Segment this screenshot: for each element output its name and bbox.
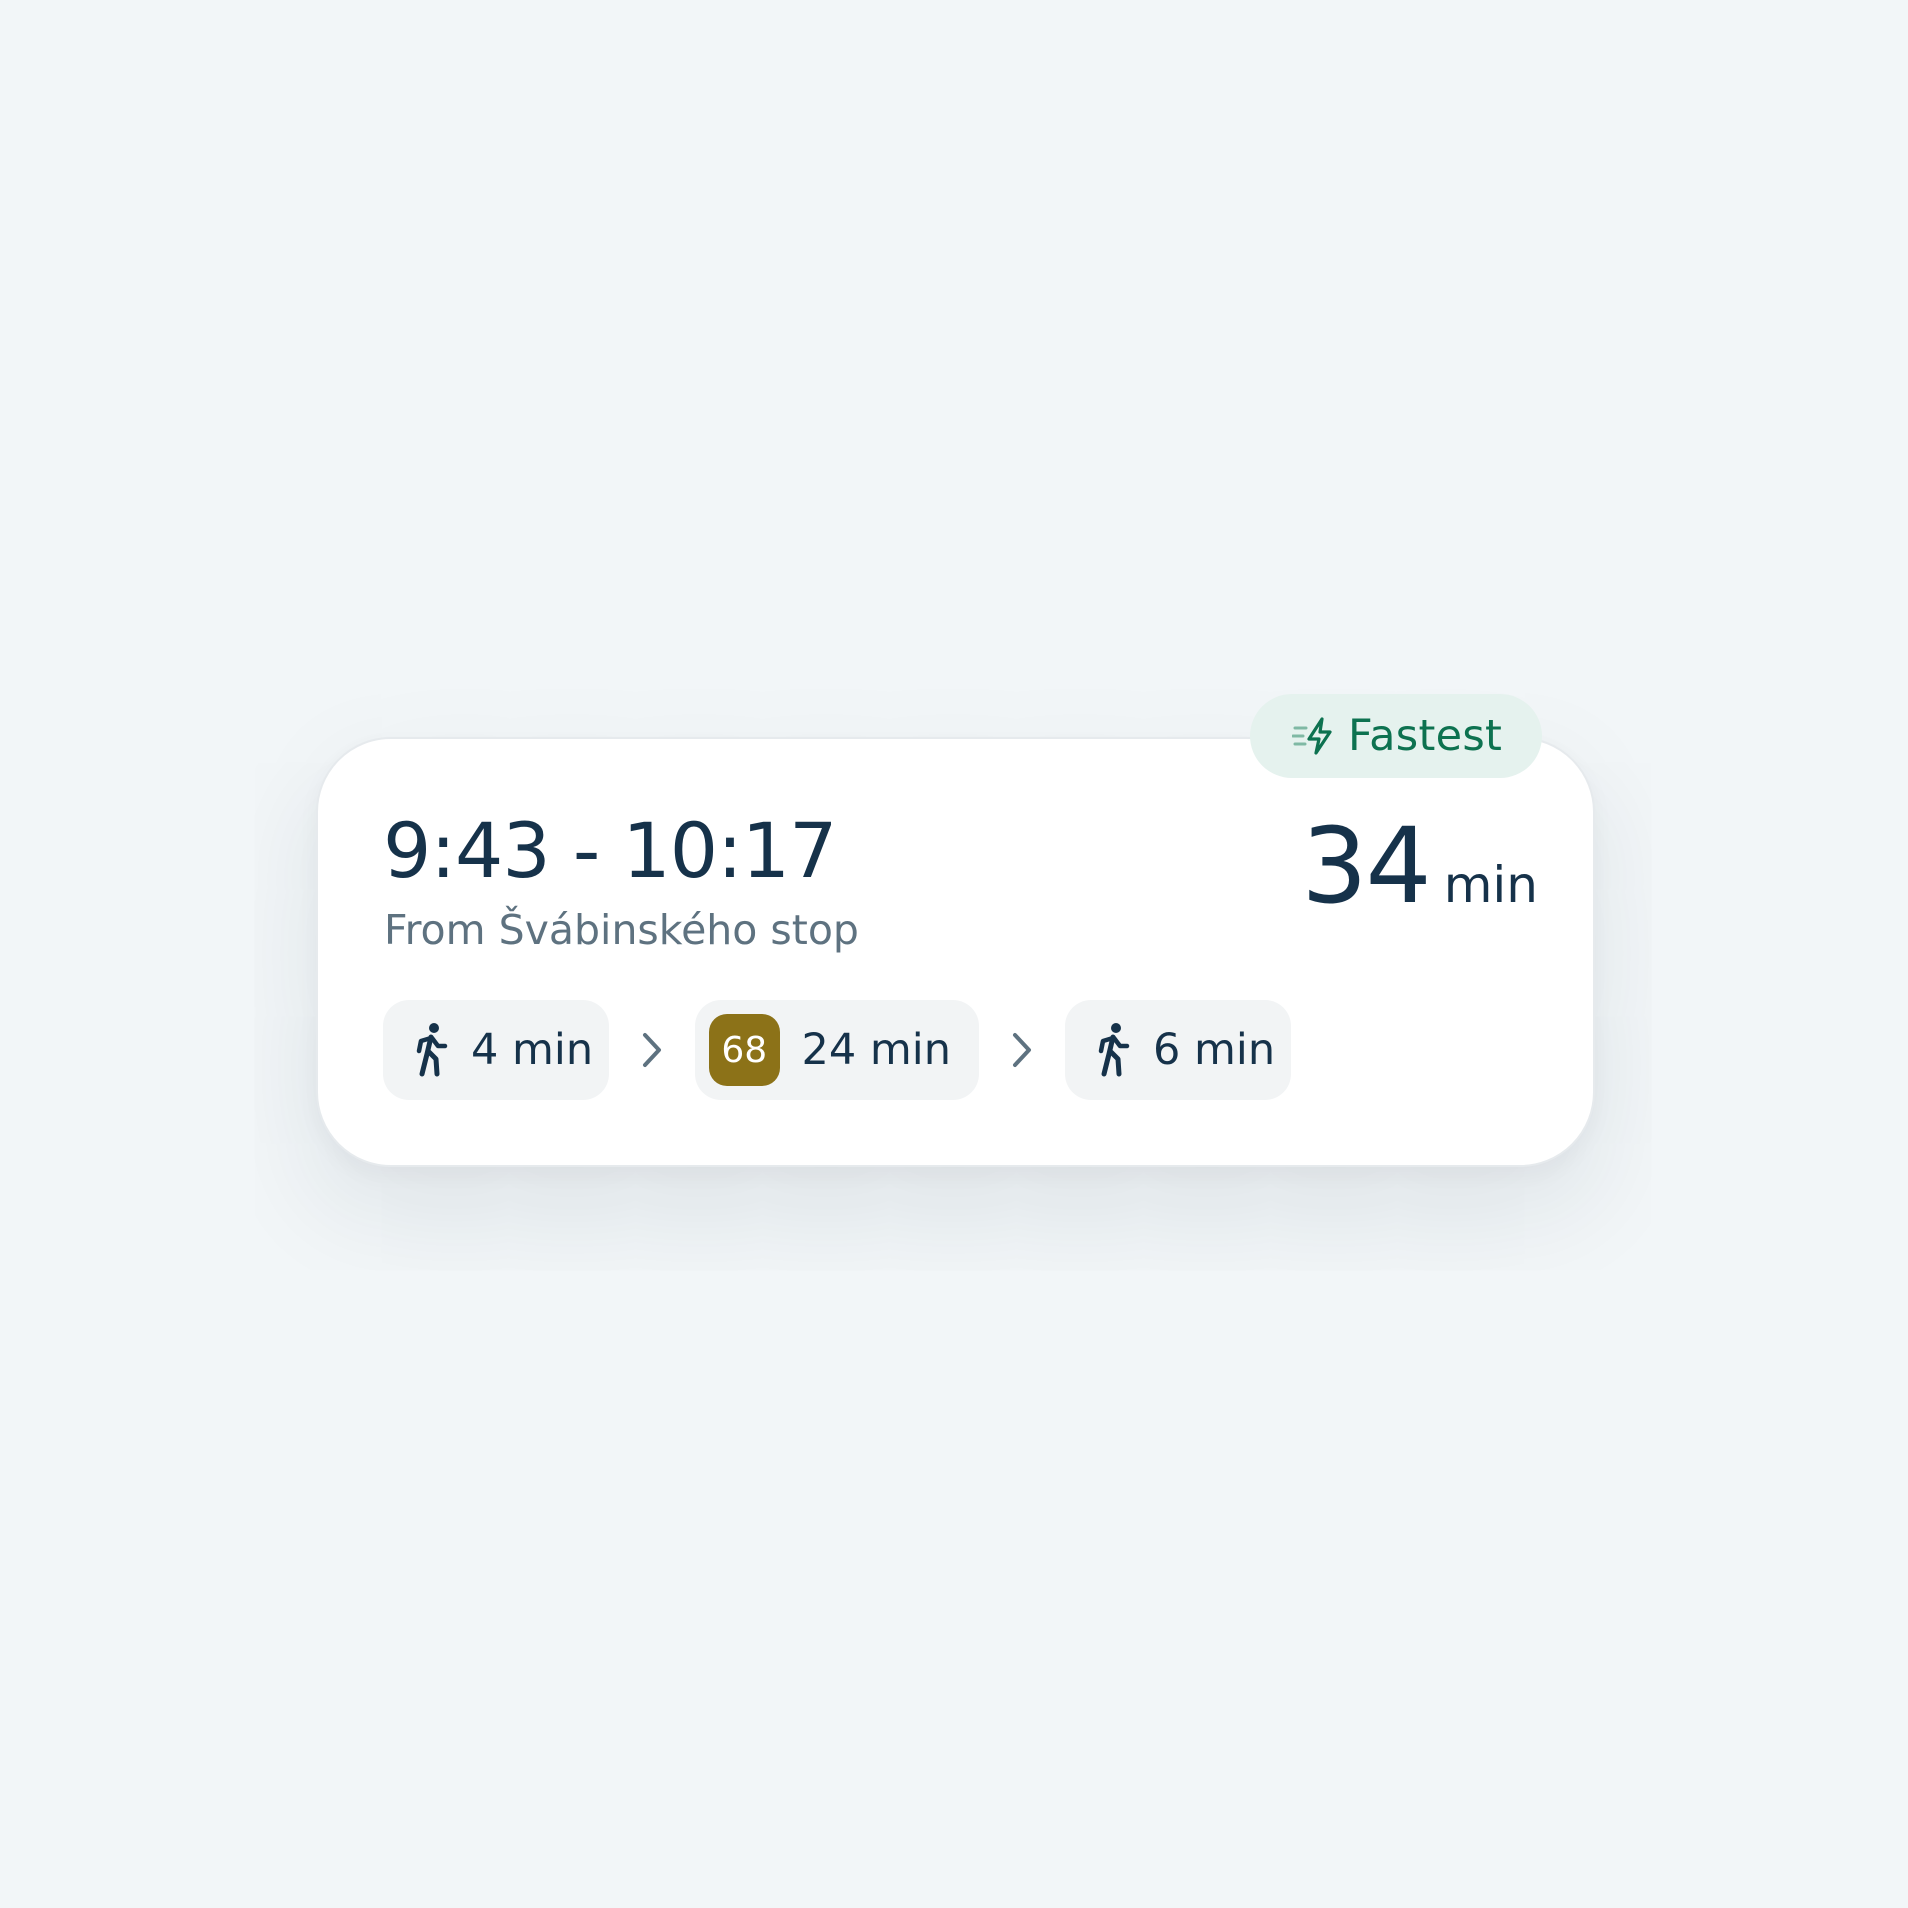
segment-transit[interactable]: 68 24 min xyxy=(695,1000,979,1100)
chevron-right-icon xyxy=(609,1000,695,1100)
duration-unit: min xyxy=(1443,856,1538,914)
fastest-badge: Fastest xyxy=(1250,694,1542,778)
segment-walk[interactable]: 4 min xyxy=(383,1000,609,1100)
route-segments: 4 min 68 24 min 6 min xyxy=(383,1000,1291,1100)
segment-duration: 24 min xyxy=(801,1025,951,1075)
walk-icon xyxy=(1095,1022,1135,1078)
segment-walk[interactable]: 6 min xyxy=(1065,1000,1291,1100)
line-number-badge: 68 xyxy=(709,1014,780,1086)
segment-duration: 6 min xyxy=(1153,1025,1276,1075)
trip-duration: 34 min xyxy=(1301,808,1538,924)
chevron-right-icon xyxy=(979,1000,1065,1100)
trip-time-range: 9:43 - 10:17 xyxy=(383,806,837,895)
duration-value: 34 xyxy=(1301,805,1431,927)
badge-label: Fastest xyxy=(1348,711,1503,761)
lightning-fast-icon xyxy=(1291,716,1336,756)
trip-origin: From Švábinského stop xyxy=(384,906,859,954)
segment-duration: 4 min xyxy=(471,1025,594,1075)
walk-icon xyxy=(413,1022,453,1078)
